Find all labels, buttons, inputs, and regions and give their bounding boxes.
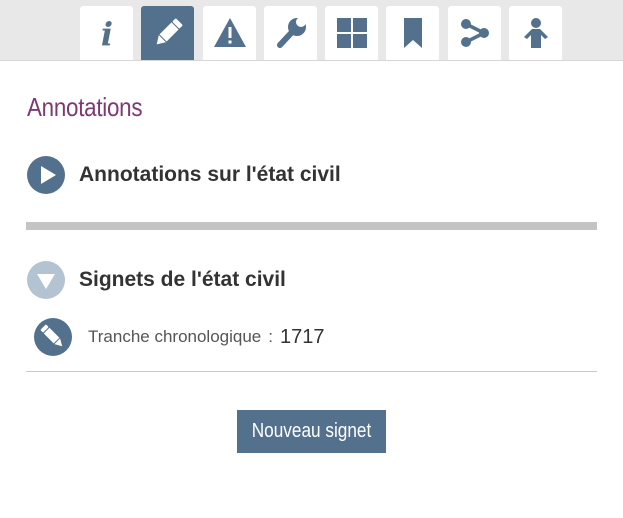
tab-info[interactable]: i: [80, 6, 133, 60]
wrench-icon: [276, 17, 306, 48]
tab-warnings[interactable]: [203, 6, 256, 60]
share-icon: [460, 19, 489, 47]
person-icon: [523, 18, 548, 48]
tab-person[interactable]: [509, 6, 562, 60]
bookmark-label: Tranche chronologique: [88, 327, 262, 346]
section-bookmarks-title: Signets de l'état civil: [79, 268, 286, 291]
play-icon: [27, 156, 65, 194]
tab-bar: i: [0, 0, 623, 61]
tab-tools[interactable]: [264, 6, 317, 60]
tab-bookmarks[interactable]: [386, 6, 439, 60]
tab-share[interactable]: [448, 6, 501, 60]
bookmark-divider: [26, 371, 597, 372]
new-bookmark-button[interactable]: Nouveau signet: [237, 410, 386, 453]
section-bookmarks-header[interactable]: Signets de l'état civil: [27, 260, 286, 300]
warning-icon: [213, 18, 246, 47]
bookmark-item: Tranche chronologique : 1717: [34, 318, 325, 356]
chevron-down-icon: [27, 261, 65, 299]
grid-icon: [336, 18, 367, 48]
bookmark-value: 1717: [280, 325, 325, 348]
new-bookmark-label: Nouveau signet: [251, 420, 372, 442]
section-annotations-title: Annotations sur l'état civil: [79, 163, 341, 186]
page-title: Annotations: [27, 92, 143, 122]
svg-text:i: i: [100, 16, 112, 50]
bookmark-icon: [403, 18, 422, 48]
edit-bookmark-icon[interactable]: [34, 318, 72, 356]
info-icon: i: [100, 16, 112, 50]
tab-annotations[interactable]: [141, 6, 194, 60]
bookmark-separator: :: [268, 327, 273, 346]
section-divider: [26, 222, 597, 230]
pencil-icon: [156, 18, 182, 45]
tab-grid[interactable]: [325, 6, 378, 60]
section-annotations-header[interactable]: Annotations sur l'état civil: [27, 155, 341, 195]
